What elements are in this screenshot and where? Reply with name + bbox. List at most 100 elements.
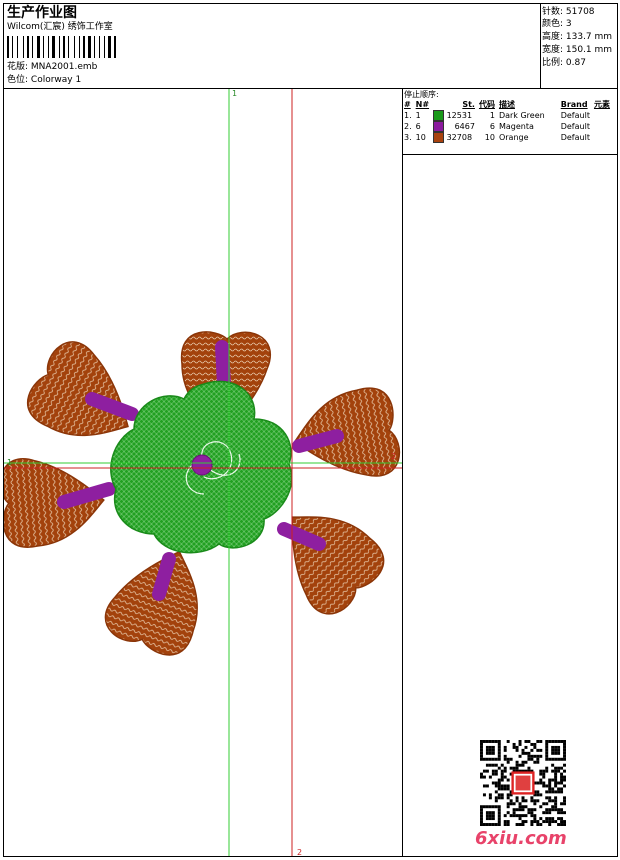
qr-module [491,763,495,767]
qr-module [497,784,501,788]
barcode-bar [74,36,75,58]
qr-module [488,814,492,818]
barcode-bar [23,36,24,58]
qr-module [545,742,549,746]
qr-module [530,814,534,818]
qr-module [554,784,558,788]
qr-module [551,745,555,749]
qr-module [518,754,522,758]
row-stitches: 6467 [431,121,477,132]
qr-module [545,802,549,806]
barcode-bar [99,36,100,58]
qr-module [497,740,501,743]
qr-module [554,748,558,752]
qr-module [521,805,525,809]
qr-module [482,793,486,797]
qr-module [506,805,510,809]
qr-module [515,796,519,800]
table-header-row: # N# St. 代码 描述 Brand 元素 [402,100,612,110]
qr-module [551,757,555,761]
qr-module [482,769,486,773]
qr-module [506,796,510,800]
qr-module [503,757,507,761]
qr-module [551,787,555,791]
qr-module [503,745,507,749]
qr-module [503,820,507,824]
qr-module [494,784,498,788]
barcode-bar [88,36,91,58]
qr-module [488,757,492,761]
qr-module [512,742,516,746]
qr-module [530,742,534,746]
barcode-bar [108,36,111,58]
qr-module [557,790,561,794]
qr-module [560,820,564,824]
qr-module [494,740,498,743]
qr-module [491,805,495,809]
qr-module [497,781,501,785]
qr-module [503,787,507,791]
qr-module [518,742,522,746]
qr-module [545,766,549,770]
qr-module [521,796,525,800]
qr-module [554,820,558,824]
qr-module [494,757,498,761]
qr-module [554,778,558,782]
qr-module [557,787,561,791]
qr-module [491,814,495,818]
qr-module [551,769,555,773]
qr-module [488,817,492,821]
qr-module [533,802,537,806]
qr-module [533,808,537,812]
qr-module [557,808,561,812]
qr-module [491,745,495,749]
qr-module [548,817,552,821]
qr-module [560,781,564,785]
qr-module [503,766,507,770]
qr-module [500,787,504,791]
qr-module [524,820,528,824]
qr-module [485,805,489,809]
qr-module [491,757,495,761]
qr-module [512,808,516,812]
qr-module [491,751,495,755]
qr-module [497,814,501,818]
qr-module [548,811,552,815]
qr-module [560,802,564,806]
qr-module [500,763,504,767]
row-code: 10 [484,132,495,142]
qr-module [480,820,483,824]
qr-module [521,823,525,826]
qr-module [560,740,564,743]
qr-module [551,808,555,812]
qr-module [488,740,492,743]
qr-module [563,796,566,800]
row-brand: Default [560,132,590,142]
qr-module [515,763,519,767]
qr-module [480,811,483,815]
qr-module [497,748,501,752]
qr-module [563,784,566,788]
design-scale: 比例: 0.87 [542,58,586,68]
qr-module [480,745,483,749]
qr-module [480,814,483,818]
qr-module [521,820,525,824]
qr-module [557,757,561,761]
qr-module [506,820,510,824]
qr-module [524,814,528,818]
qr-module [533,754,537,758]
qr-module [527,751,531,755]
colorway-label-text: 色位: [7,75,29,85]
qr-module [512,766,516,770]
qr-module [542,772,546,776]
row-description: Orange [498,132,529,142]
qr-module [488,805,492,809]
qr-module [518,802,522,806]
barcode-bar [52,36,55,58]
qr-module [527,766,531,770]
qr-module [497,766,501,770]
qr-module [488,745,492,749]
qr-module [542,820,546,824]
qr-module [527,808,531,812]
barcode-bar [32,36,33,58]
